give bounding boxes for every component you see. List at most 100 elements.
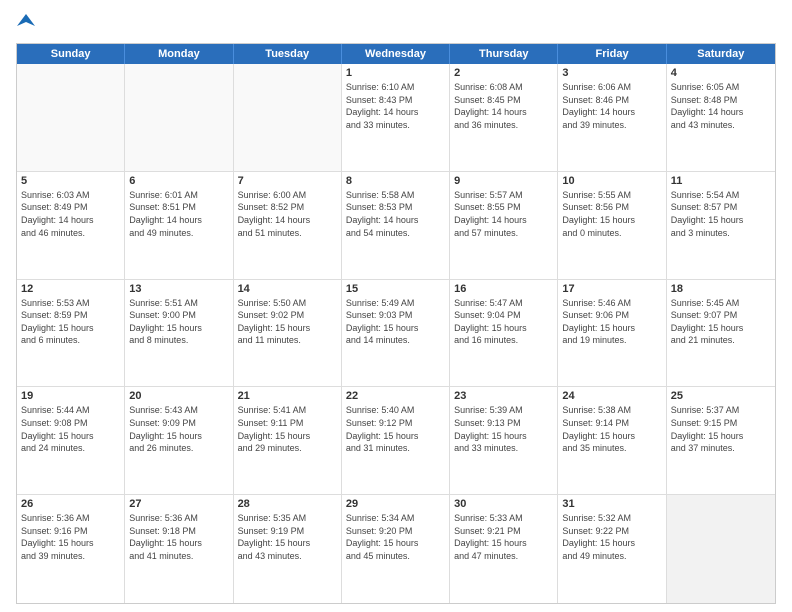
calendar-cell-1-7: 4Sunrise: 6:05 AMSunset: 8:48 PMDaylight… bbox=[667, 64, 775, 171]
day-header-tuesday: Tuesday bbox=[234, 44, 342, 64]
day-number: 12 bbox=[21, 283, 120, 295]
calendar-cell-2-3: 7Sunrise: 6:00 AMSunset: 8:52 PMDaylight… bbox=[234, 172, 342, 279]
cell-info-line: Sunrise: 5:49 AM bbox=[346, 297, 445, 310]
cell-info-line: Sunset: 9:12 PM bbox=[346, 417, 445, 430]
calendar-cell-4-5: 23Sunrise: 5:39 AMSunset: 9:13 PMDayligh… bbox=[450, 387, 558, 494]
cell-info-line: and 26 minutes. bbox=[129, 442, 228, 455]
cell-info-line: Sunset: 9:11 PM bbox=[238, 417, 337, 430]
calendar-cell-4-6: 24Sunrise: 5:38 AMSunset: 9:14 PMDayligh… bbox=[558, 387, 666, 494]
cell-info-line: Sunrise: 5:57 AM bbox=[454, 189, 553, 202]
calendar-cell-3-5: 16 Sunrise: 5:47 AMSunset: 9:04 PMDayligh… bbox=[450, 280, 558, 387]
day-number: 11 bbox=[671, 175, 771, 187]
cell-info-line: Daylight: 15 hours bbox=[238, 322, 337, 335]
calendar-cell-1-2 bbox=[125, 64, 233, 171]
day-number: 8 bbox=[346, 175, 445, 187]
calendar-cell-5-1: 26Sunrise: 5:36 AMSunset: 9:16 PMDayligh… bbox=[17, 495, 125, 603]
cell-info-line: Daylight: 14 hours bbox=[238, 214, 337, 227]
day-header-friday: Friday bbox=[558, 44, 666, 64]
calendar-cell-2-7: 11Sunrise: 5:54 AMSunset: 8:57 PMDayligh… bbox=[667, 172, 775, 279]
cell-info-line: Daylight: 15 hours bbox=[562, 537, 661, 550]
cell-info-line: and 0 minutes. bbox=[562, 227, 661, 240]
cell-info-line: Daylight: 15 hours bbox=[21, 322, 120, 335]
cell-info-line: and 33 minutes. bbox=[346, 119, 445, 132]
cell-info-line: Daylight: 14 hours bbox=[346, 106, 445, 119]
cell-info-line: Daylight: 15 hours bbox=[238, 537, 337, 550]
calendar-cell-5-2: 27Sunrise: 5:36 AMSunset: 9:18 PMDayligh… bbox=[125, 495, 233, 603]
day-header-monday: Monday bbox=[125, 44, 233, 64]
day-header-thursday: Thursday bbox=[450, 44, 558, 64]
cell-info-line: Daylight: 15 hours bbox=[346, 537, 445, 550]
day-number: 3 bbox=[562, 67, 661, 79]
calendar-cell-4-7: 25Sunrise: 5:37 AMSunset: 9:15 PMDayligh… bbox=[667, 387, 775, 494]
cell-info-line: and 39 minutes. bbox=[562, 119, 661, 132]
cell-info-line: and 46 minutes. bbox=[21, 227, 120, 240]
cell-info-line: Daylight: 15 hours bbox=[562, 322, 661, 335]
cell-info-line: Sunrise: 5:47 AM bbox=[454, 297, 553, 310]
cell-info-line: Sunset: 9:21 PM bbox=[454, 525, 553, 538]
cell-info-line: and 57 minutes. bbox=[454, 227, 553, 240]
cell-info-line: Daylight: 14 hours bbox=[454, 214, 553, 227]
day-header-saturday: Saturday bbox=[667, 44, 775, 64]
day-number: 7 bbox=[238, 175, 337, 187]
calendar-cell-5-7 bbox=[667, 495, 775, 603]
calendar-week-4: 19Sunrise: 5:44 AMSunset: 9:08 PMDayligh… bbox=[17, 387, 775, 495]
day-number: 27 bbox=[129, 498, 228, 510]
cell-info-line: Daylight: 14 hours bbox=[562, 106, 661, 119]
cell-info-line: Sunrise: 5:44 AM bbox=[21, 404, 120, 417]
cell-info-line: and 29 minutes. bbox=[238, 442, 337, 455]
cell-info-line: Daylight: 14 hours bbox=[346, 214, 445, 227]
calendar-cell-4-2: 20Sunrise: 5:43 AMSunset: 9:09 PMDayligh… bbox=[125, 387, 233, 494]
cell-info-line: Daylight: 15 hours bbox=[454, 322, 553, 335]
day-number: 26 bbox=[21, 498, 120, 510]
day-number: 16 bbox=[454, 283, 553, 295]
cell-info-line: and 19 minutes. bbox=[562, 334, 661, 347]
cell-info-line: Sunset: 8:56 PM bbox=[562, 201, 661, 214]
cell-info-line: Sunrise: 5:38 AM bbox=[562, 404, 661, 417]
cell-info-line: Sunrise: 5:39 AM bbox=[454, 404, 553, 417]
header bbox=[16, 12, 776, 35]
cell-info-line: and 11 minutes. bbox=[238, 334, 337, 347]
cell-info-line: Sunrise: 5:50 AM bbox=[238, 297, 337, 310]
cell-info-line: Sunset: 9:04 PM bbox=[454, 309, 553, 322]
calendar-cell-2-2: 6Sunrise: 6:01 AMSunset: 8:51 PMDaylight… bbox=[125, 172, 233, 279]
cell-info-line: Sunset: 8:53 PM bbox=[346, 201, 445, 214]
calendar-cell-3-3: 14Sunrise: 5:50 AMSunset: 9:02 PMDayligh… bbox=[234, 280, 342, 387]
day-number: 29 bbox=[346, 498, 445, 510]
cell-info-line: Sunrise: 6:01 AM bbox=[129, 189, 228, 202]
calendar-cell-5-6: 31Sunrise: 5:32 AMSunset: 9:22 PMDayligh… bbox=[558, 495, 666, 603]
cell-info-line: and 49 minutes. bbox=[129, 227, 228, 240]
cell-info-line: and 35 minutes. bbox=[562, 442, 661, 455]
cell-info-line: Daylight: 14 hours bbox=[454, 106, 553, 119]
day-number: 14 bbox=[238, 283, 337, 295]
cell-info-line: Sunrise: 5:35 AM bbox=[238, 512, 337, 525]
cell-info-line: Sunset: 8:57 PM bbox=[671, 201, 771, 214]
cell-info-line: and 21 minutes. bbox=[671, 334, 771, 347]
calendar-cell-2-5: 9Sunrise: 5:57 AMSunset: 8:55 PMDaylight… bbox=[450, 172, 558, 279]
cell-info-line: Sunrise: 5:37 AM bbox=[671, 404, 771, 417]
cell-info-line: and 37 minutes. bbox=[671, 442, 771, 455]
cell-info-line: Sunrise: 5:45 AM bbox=[671, 297, 771, 310]
cell-info-line: Daylight: 15 hours bbox=[346, 322, 445, 335]
cell-info-line: Sunset: 9:07 PM bbox=[671, 309, 771, 322]
cell-info-line: Daylight: 15 hours bbox=[346, 430, 445, 443]
calendar-header: SundayMondayTuesdayWednesdayThursdayFrid… bbox=[17, 44, 775, 64]
cell-info-line: Daylight: 15 hours bbox=[671, 430, 771, 443]
cell-info-line: Sunrise: 6:03 AM bbox=[21, 189, 120, 202]
cell-info-line: Daylight: 15 hours bbox=[671, 322, 771, 335]
calendar-cell-2-4: 8Sunrise: 5:58 AMSunset: 8:53 PMDaylight… bbox=[342, 172, 450, 279]
day-number: 15 bbox=[346, 283, 445, 295]
day-number: 22 bbox=[346, 390, 445, 402]
cell-info-line: Sunrise: 5:36 AM bbox=[21, 512, 120, 525]
day-number: 9 bbox=[454, 175, 553, 187]
calendar-cell-1-3 bbox=[234, 64, 342, 171]
cell-info-line: Sunset: 9:03 PM bbox=[346, 309, 445, 322]
day-header-sunday: Sunday bbox=[17, 44, 125, 64]
cell-info-line: Sunset: 9:20 PM bbox=[346, 525, 445, 538]
cell-info-line: Sunset: 9:06 PM bbox=[562, 309, 661, 322]
cell-info-line: Sunset: 9:14 PM bbox=[562, 417, 661, 430]
cell-info-line: Sunrise: 5:51 AM bbox=[129, 297, 228, 310]
day-number: 31 bbox=[562, 498, 661, 510]
cell-info-line: and 39 minutes. bbox=[21, 550, 120, 563]
cell-info-line: Daylight: 15 hours bbox=[129, 430, 228, 443]
day-number: 10 bbox=[562, 175, 661, 187]
